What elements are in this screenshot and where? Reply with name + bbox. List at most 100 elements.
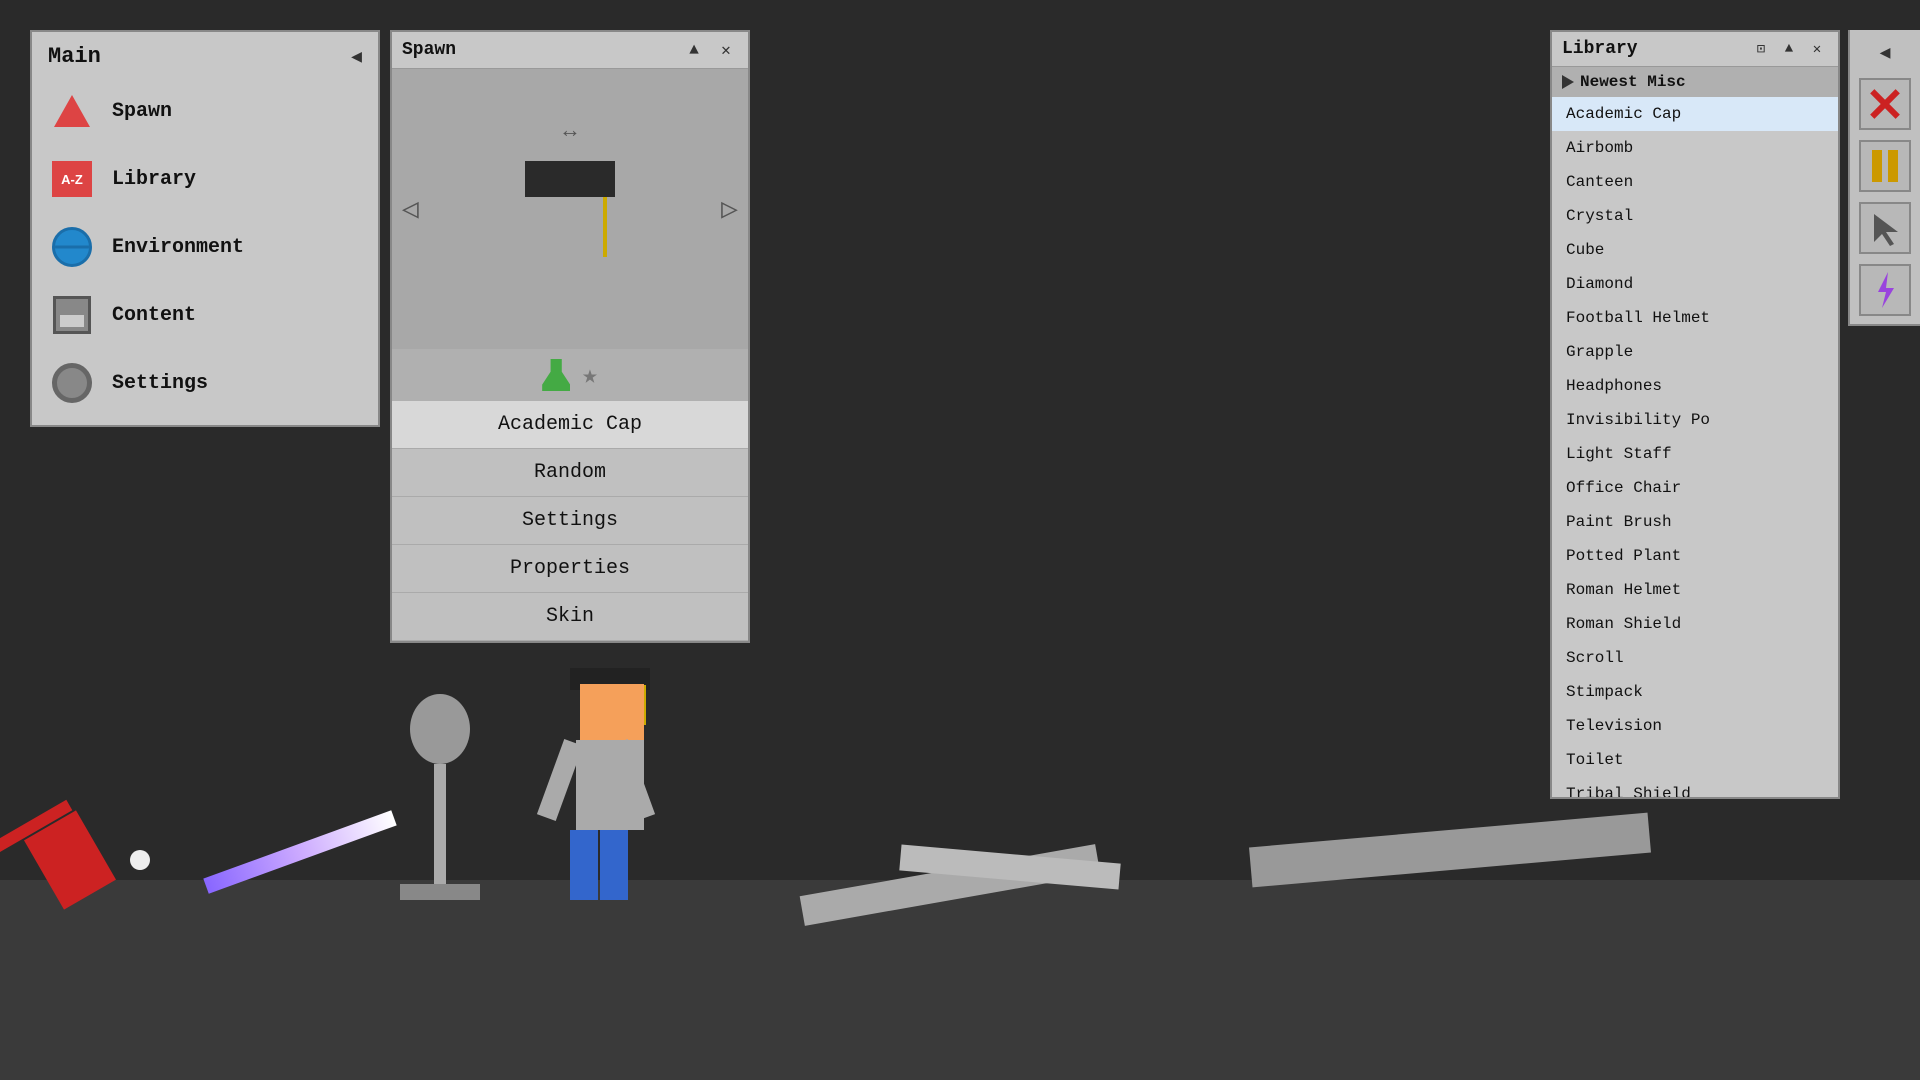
library-list: Academic Cap Airbomb Canteen Crystal Cub… <box>1552 97 1838 797</box>
cap-tassel <box>603 197 607 257</box>
main-panel-title: Main ◀ <box>40 40 370 77</box>
library-category[interactable]: Newest Misc <box>1552 67 1838 97</box>
pause-bar-1 <box>1872 150 1882 182</box>
spawn-skin-button[interactable]: Skin <box>392 593 748 641</box>
library-item-paint-brush[interactable]: Paint Brush <box>1552 505 1838 539</box>
spawn-nav-right-button[interactable]: ▷ <box>721 192 738 227</box>
library-item-crystal[interactable]: Crystal <box>1552 199 1838 233</box>
library-item-toilet[interactable]: Toilet <box>1552 743 1838 777</box>
library-item-office-chair[interactable]: Office Chair <box>1552 471 1838 505</box>
spawn-close-button[interactable]: ✕ <box>714 38 738 62</box>
library-az-icon: A-Z <box>52 161 92 197</box>
library-item-academic-cap[interactable]: Academic Cap <box>1552 97 1838 131</box>
pause-icon <box>1872 150 1898 182</box>
academic-cap-preview <box>525 161 615 257</box>
character <box>560 620 660 900</box>
right-toolbar: ◀ <box>1848 30 1920 326</box>
sidebar-item-library-label: Library <box>112 168 196 191</box>
lightning-icon <box>1870 270 1900 310</box>
sidebar-item-library[interactable]: A-Z Library <box>40 145 370 213</box>
sidebar-item-environment-label: Environment <box>112 236 244 259</box>
library-item-airbomb[interactable]: Airbomb <box>1552 131 1838 165</box>
settings-icon <box>48 359 96 407</box>
library-item-roman-helmet[interactable]: Roman Helmet <box>1552 573 1838 607</box>
char-body <box>576 740 644 830</box>
toolbar-close-button[interactable] <box>1859 78 1911 130</box>
white-sphere <box>130 850 150 870</box>
spawn-panel-title: Spawn <box>402 40 456 60</box>
ground <box>0 880 1920 1080</box>
library-item-diamond[interactable]: Diamond <box>1552 267 1838 301</box>
flask-icon <box>542 359 570 391</box>
library-item-roman-shield[interactable]: Roman Shield <box>1552 607 1838 641</box>
cursor-icon <box>1870 210 1900 246</box>
spawn-settings-button[interactable]: Settings <box>392 497 748 545</box>
spawn-minimize-button[interactable]: ▲ <box>682 38 706 62</box>
pause-bar-2 <box>1888 150 1898 182</box>
char-head <box>580 684 644 740</box>
sidebar-item-content[interactable]: Content <box>40 281 370 349</box>
library-item-invisibility[interactable]: Invisibility Po <box>1552 403 1838 437</box>
library-panel: Library ⊡ ▲ ✕ Newest Misc Academic Cap A… <box>1550 30 1840 799</box>
toolbar-cursor-button[interactable] <box>1859 202 1911 254</box>
library-item-canteen[interactable]: Canteen <box>1552 165 1838 199</box>
spawn-triangle-icon <box>54 95 90 127</box>
fan-base <box>400 884 480 900</box>
fan-head <box>410 694 470 764</box>
library-window-button[interactable]: ⊡ <box>1750 38 1772 60</box>
char-leg-right <box>600 830 628 900</box>
char-leg-left <box>570 830 598 900</box>
spawn-icons-row: ★ <box>392 349 748 401</box>
library-item-scroll[interactable]: Scroll <box>1552 641 1838 675</box>
library-item-potted-plant[interactable]: Potted Plant <box>1552 539 1838 573</box>
spawn-icon <box>48 87 96 135</box>
spawn-random-button[interactable]: Random <box>392 449 748 497</box>
category-expand-icon <box>1562 75 1574 89</box>
cap-board <box>525 161 615 197</box>
spawn-selected-item-label[interactable]: Academic Cap <box>392 401 748 449</box>
library-minimize-button[interactable]: ▲ <box>1778 38 1800 60</box>
x-icon <box>1867 86 1903 122</box>
library-close-button[interactable]: ✕ <box>1806 38 1828 60</box>
star-icon: ★ <box>582 360 598 391</box>
library-item-football-helmet[interactable]: Football Helmet <box>1552 301 1838 335</box>
big-plank <box>1249 813 1651 888</box>
sidebar-item-settings[interactable]: Settings <box>40 349 370 417</box>
spawn-panel: Spawn ▲ ✕ ↔ ◁ ▷ ★ Academic Cap Random Se… <box>390 30 750 643</box>
sidebar-item-environment[interactable]: Environment <box>40 213 370 281</box>
sidebar-item-content-label: Content <box>112 304 196 327</box>
library-item-stimpack[interactable]: Stimpack <box>1552 675 1838 709</box>
sidebar-item-spawn-label: Spawn <box>112 100 172 123</box>
main-panel-collapse[interactable]: ◀ <box>351 46 362 68</box>
spawn-panel-titlebar: Spawn ▲ ✕ <box>392 32 748 69</box>
right-toolbar-collapse-button[interactable]: ◀ <box>1876 38 1895 68</box>
spawn-menu: Academic Cap Random Settings Properties … <box>392 401 748 641</box>
library-item-television[interactable]: Television <box>1552 709 1838 743</box>
fan-pole <box>434 764 446 884</box>
library-icon: A-Z <box>48 155 96 203</box>
spawn-resize-arrow: ↔ <box>563 119 576 144</box>
library-panel-controls: ⊡ ▲ ✕ <box>1750 38 1828 60</box>
library-panel-titlebar: Library ⊡ ▲ ✕ <box>1552 32 1838 67</box>
environment-globe-icon <box>52 227 92 267</box>
library-item-grapple[interactable]: Grapple <box>1552 335 1838 369</box>
fan-stand <box>400 694 480 900</box>
content-icon <box>48 291 96 339</box>
library-list-container: Academic Cap Airbomb Canteen Crystal Cub… <box>1552 97 1838 797</box>
library-category-name: Newest Misc <box>1580 73 1686 91</box>
library-panel-title: Library <box>1562 39 1638 59</box>
library-item-cube[interactable]: Cube <box>1552 233 1838 267</box>
toolbar-pause-button[interactable] <box>1859 140 1911 192</box>
spawn-nav-left-button[interactable]: ◁ <box>402 192 419 227</box>
sidebar-item-spawn[interactable]: Spawn <box>40 77 370 145</box>
sidebar-item-settings-label: Settings <box>112 372 208 395</box>
spawn-panel-controls: ▲ ✕ <box>682 38 738 62</box>
environment-icon <box>48 223 96 271</box>
toolbar-lightning-button[interactable] <box>1859 264 1911 316</box>
library-item-light-staff[interactable]: Light Staff <box>1552 437 1838 471</box>
library-item-tribal-shield[interactable]: Tribal Shield <box>1552 777 1838 797</box>
main-panel: Main ◀ Spawn A-Z Library Environment Con… <box>30 30 380 427</box>
spawn-properties-button[interactable]: Properties <box>392 545 748 593</box>
red-device <box>40 820 100 900</box>
library-item-headphones[interactable]: Headphones <box>1552 369 1838 403</box>
